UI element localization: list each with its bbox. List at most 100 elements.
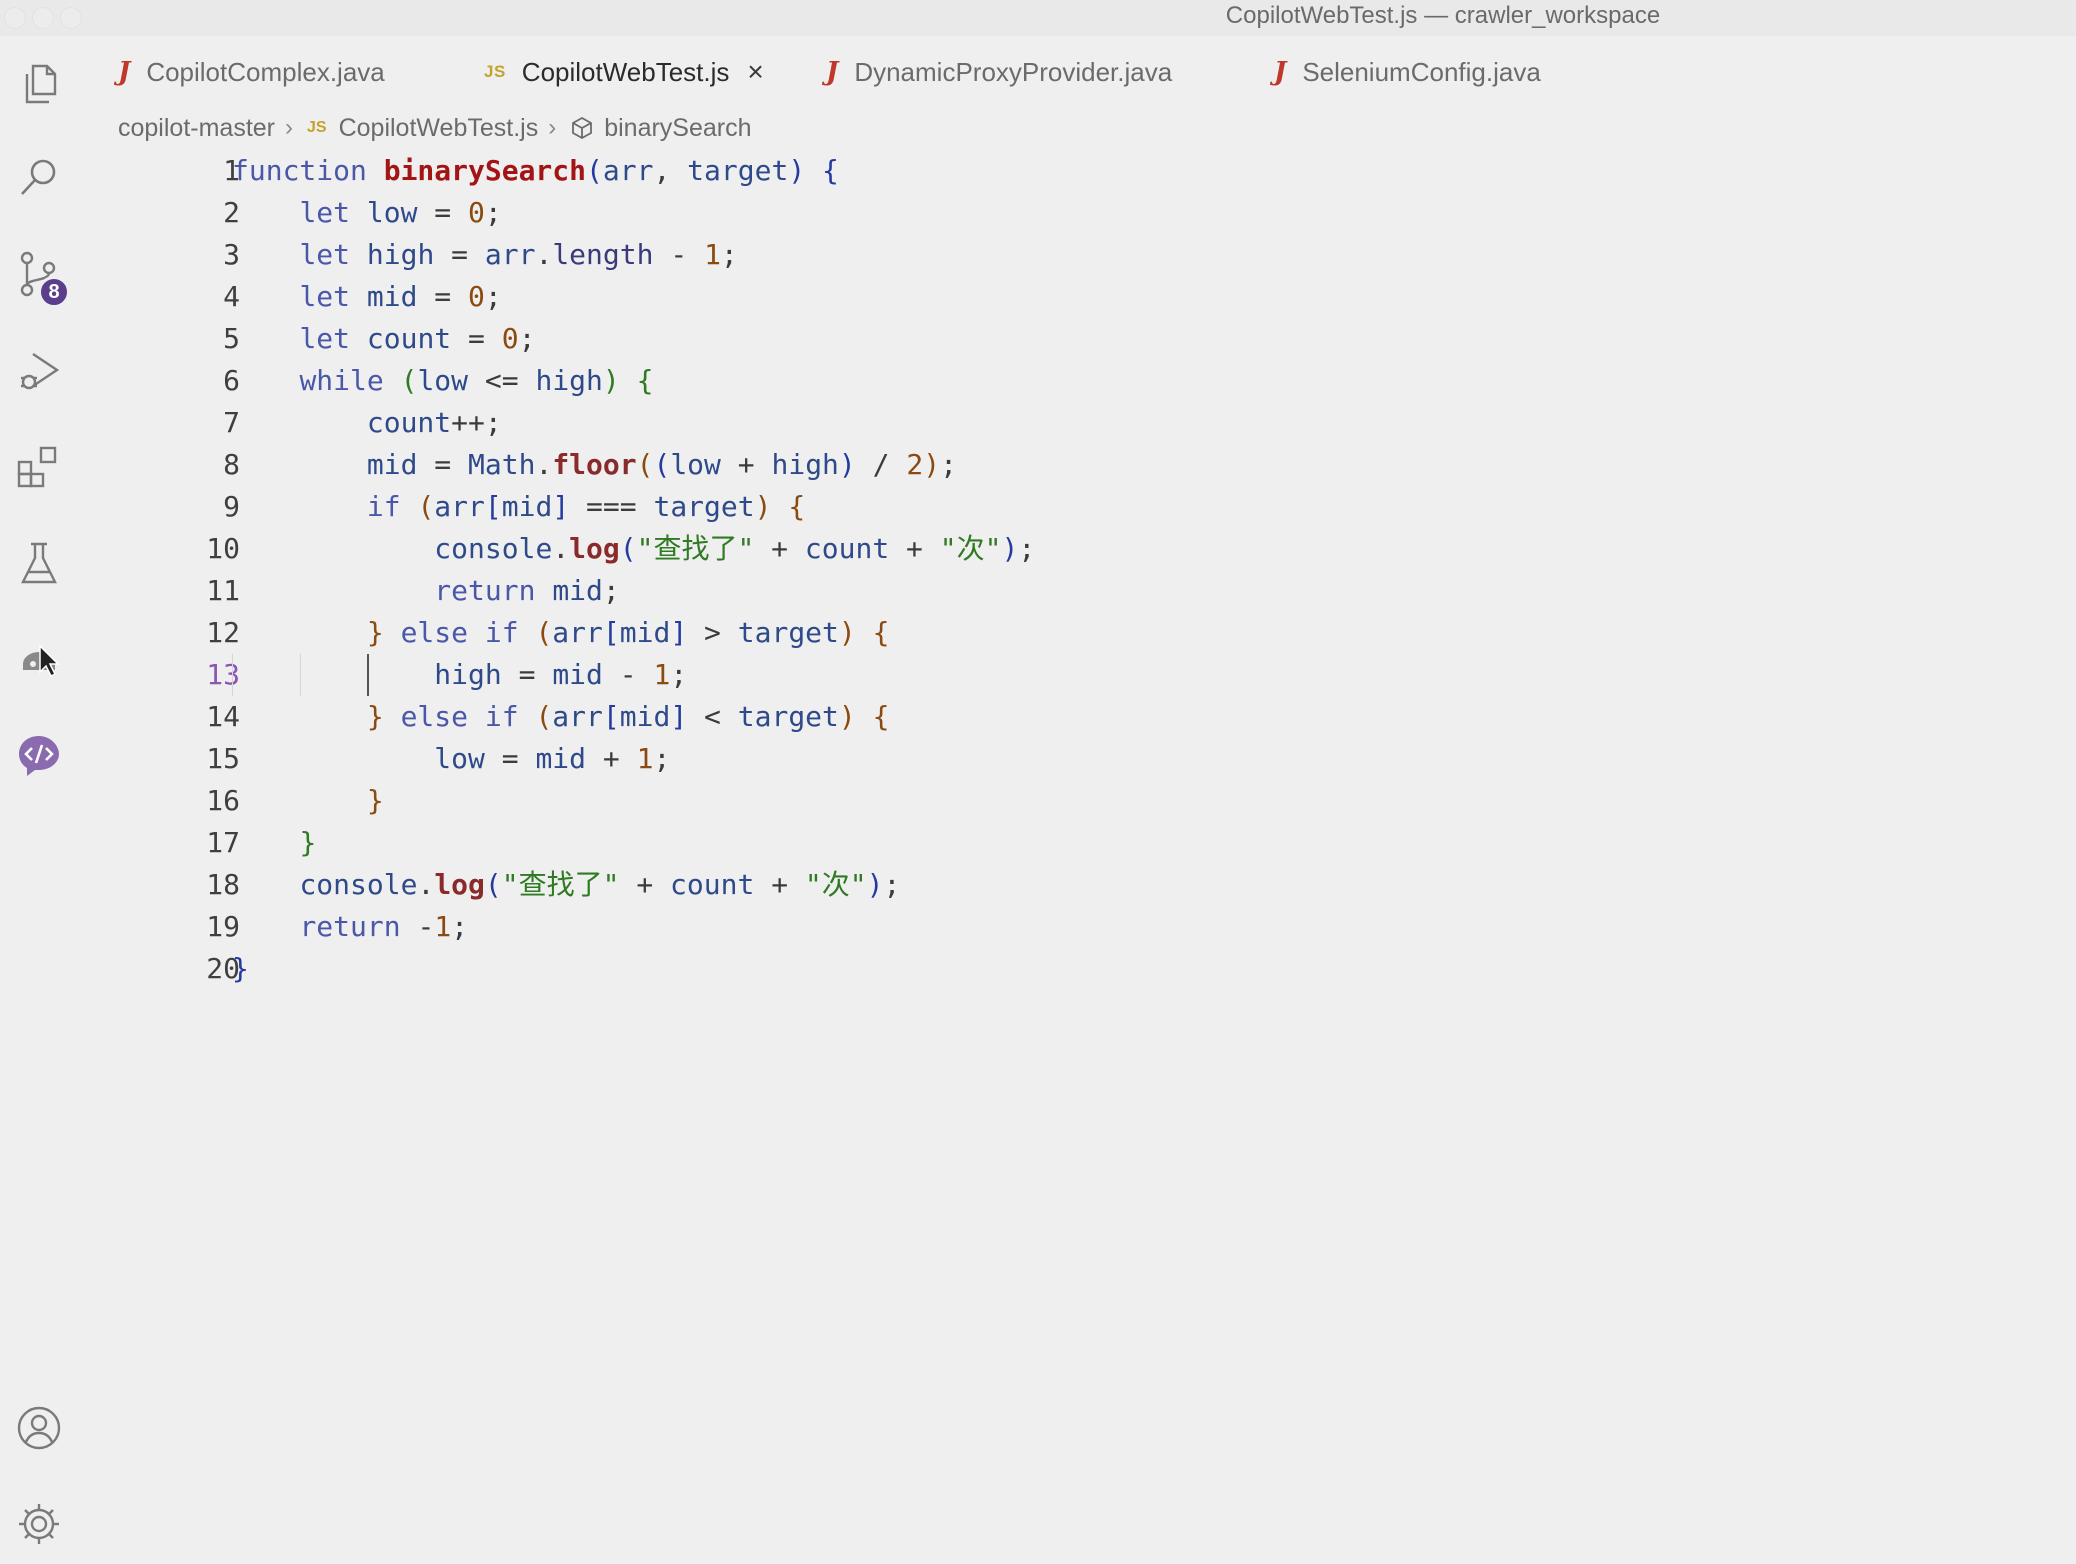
files-icon	[25, 64, 57, 104]
code-token: mid	[535, 742, 587, 775]
java-file-icon: J	[826, 57, 839, 87]
code-line[interactable]: 1 function binarySearch(arr, target) {	[78, 150, 2076, 192]
code-token: ;	[602, 574, 620, 607]
code-token: ;	[883, 868, 901, 901]
code-line[interactable]: 12 } else if (arr[mid] > target) {	[78, 612, 2076, 654]
code-line[interactable]: 14 } else if (arr[mid] < target) {	[78, 696, 2076, 738]
line-number: 5	[223, 322, 240, 355]
code-token: .	[535, 448, 553, 481]
line-number: 11	[206, 574, 240, 607]
code-token: let	[299, 196, 367, 229]
breadcrumb-file[interactable]: CopilotWebTest.js	[339, 114, 539, 143]
code-token: =	[417, 280, 469, 313]
explorer-button[interactable]	[0, 44, 78, 124]
code-token: {	[636, 364, 654, 397]
code-line[interactable]: 15 low = mid + 1;	[78, 738, 2076, 780]
testing-button[interactable]	[0, 524, 78, 604]
breadcrumb: copilot-master › JS CopilotWebTest.js › …	[118, 110, 752, 146]
code-line[interactable]: 3 let high = arr.length - 1;	[78, 234, 2076, 276]
code-text: console.log("查找了" + count + "次");	[232, 864, 900, 906]
close-icon[interactable]: ×	[747, 56, 763, 88]
extensions-icon	[17, 446, 57, 488]
code-line[interactable]: 20}	[78, 948, 2076, 990]
copilot-chat-button[interactable]	[0, 716, 78, 796]
breadcrumb-symbol[interactable]: binarySearch	[604, 114, 751, 143]
code-line[interactable]: 5 let count = 0;	[78, 318, 2076, 360]
code-token: low	[366, 196, 418, 229]
code-line[interactable]: 13 high = mid - 1;	[78, 654, 2076, 696]
tab-copilotcomplex-java[interactable]: J CopilotComplex.java	[118, 36, 385, 108]
code-token: if	[366, 490, 418, 523]
activity-bar: 8	[0, 36, 78, 1554]
code-token: target	[737, 700, 839, 733]
code-token: =	[417, 196, 469, 229]
code-text: } else if (arr[mid] > target) {	[232, 612, 890, 654]
code-token: (	[619, 532, 637, 565]
manage-button[interactable]	[0, 1484, 78, 1564]
code-line[interactable]: 16 }	[78, 780, 2076, 822]
java-file-icon: J	[118, 57, 131, 87]
code-token: ;	[451, 910, 469, 943]
code-token: "次"	[939, 532, 1002, 565]
code-token: floor	[552, 448, 637, 481]
code-token: =	[484, 742, 536, 775]
code-token: 2	[906, 448, 924, 481]
code-line[interactable]: 10 console.log("查找了" + count + "次");	[78, 528, 2076, 570]
accounts-button[interactable]	[0, 1388, 78, 1468]
extensions-button[interactable]	[0, 428, 78, 508]
tab-copilotwebtest-js[interactable]: JS CopilotWebTest.js ×	[484, 36, 764, 108]
code-token: ,	[653, 154, 688, 187]
run-debug-button[interactable]	[0, 332, 78, 412]
line-number: 8	[223, 448, 240, 481]
code-line[interactable]: 18 console.log("查找了" + count + "次");	[78, 864, 2076, 906]
code-token: let	[299, 280, 367, 313]
run-debug-icon	[21, 353, 60, 390]
code-token: )	[754, 490, 772, 523]
code-token: )	[866, 868, 884, 901]
tab-dynamicproxyprovider-java[interactable]: J DynamicProxyProvider.java	[826, 36, 1172, 108]
line-number: 3	[223, 238, 240, 271]
code-token: }	[366, 784, 384, 817]
code-editor[interactable]: 1 function binarySearch(arr, target) {2 l…	[78, 150, 2076, 1010]
source-control-button[interactable]: 8	[0, 234, 78, 314]
code-line[interactable]: 8 mid = Math.floor((low + high) / 2);	[78, 444, 2076, 486]
code-token: target	[737, 616, 839, 649]
code-line[interactable]: 7 count++;	[78, 402, 2076, 444]
breadcrumb-folder[interactable]: copilot-master	[118, 114, 275, 143]
code-line[interactable]: 4 let mid = 0;	[78, 276, 2076, 318]
line-number: 7	[223, 406, 240, 439]
code-line[interactable]: 11 return mid;	[78, 570, 2076, 612]
code-token: ===	[569, 490, 654, 523]
code-token: (	[653, 448, 671, 481]
code-line[interactable]: 2 let low = 0;	[78, 192, 2076, 234]
code-token: 0	[468, 196, 485, 229]
code-text: let mid = 0;	[232, 276, 501, 318]
line-number: 15	[206, 742, 240, 775]
mouse-pointer-icon	[39, 644, 60, 678]
tab-seleniumconfig-java[interactable]: J SeleniumConfig.java	[1274, 36, 1541, 108]
code-line[interactable]: 19 return -1;	[78, 906, 2076, 948]
code-line[interactable]: 17 }	[78, 822, 2076, 864]
code-token: )	[838, 616, 856, 649]
code-token: ]	[670, 700, 688, 733]
code-text: while (low <= high) {	[232, 360, 653, 402]
code-token: -	[602, 658, 654, 691]
search-button[interactable]	[0, 138, 78, 218]
code-token: high	[771, 448, 839, 481]
code-token: +	[754, 868, 805, 901]
code-token: else if	[383, 616, 536, 649]
code-line[interactable]: 9 if (arr[mid] === target) {	[78, 486, 2076, 528]
code-line[interactable]: 6 while (low <= high) {	[78, 360, 2076, 402]
code-text: if (arr[mid] === target) {	[232, 486, 805, 528]
code-token: )	[923, 448, 941, 481]
code-token: }	[366, 616, 384, 649]
